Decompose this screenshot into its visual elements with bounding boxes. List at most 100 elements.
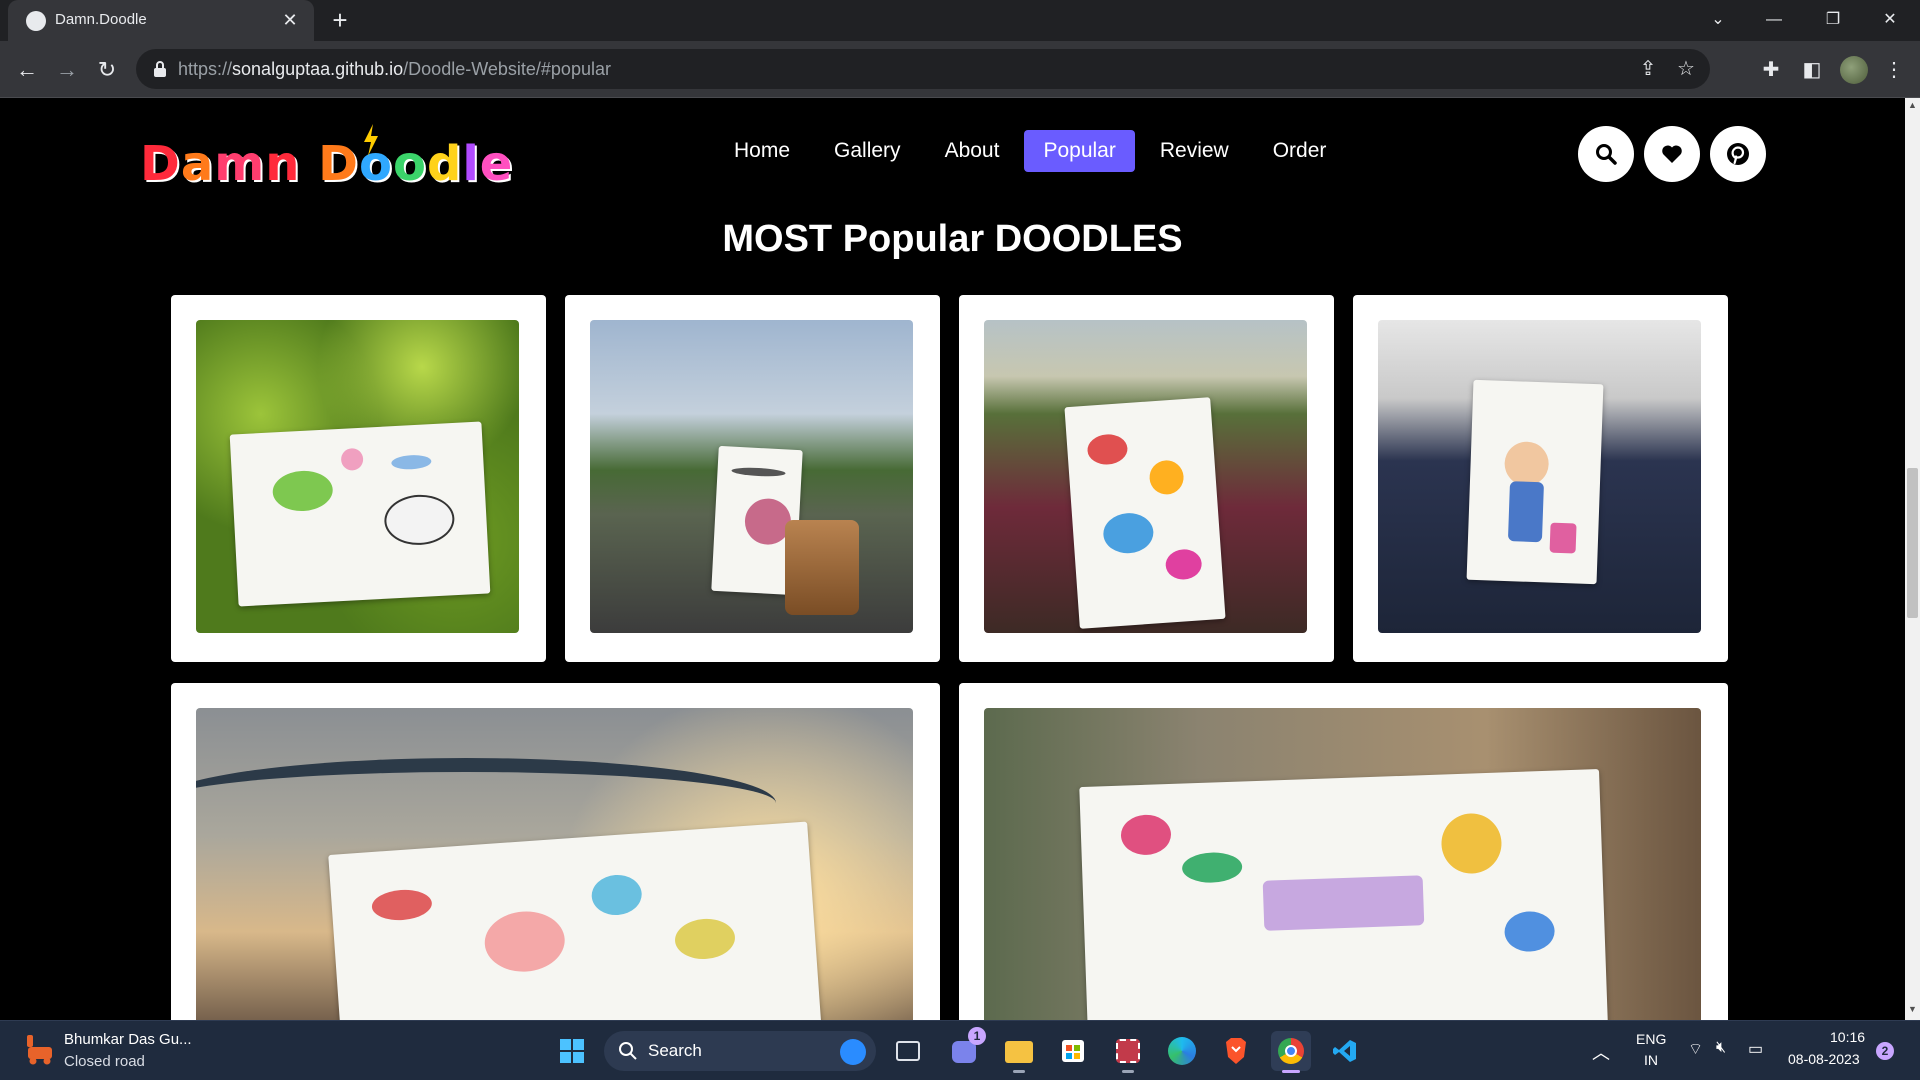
windows-taskbar: Bhumkar Das Gu... Closed road Search 1 ︿… xyxy=(0,1020,1920,1080)
scroll-up-icon[interactable]: ▲ xyxy=(1905,100,1920,114)
teams-icon[interactable]: 1 xyxy=(944,1027,986,1071)
search-icon xyxy=(619,1042,637,1060)
language-top[interactable]: ENG xyxy=(1636,1031,1666,1047)
browser-tab[interactable]: Damn.Doodle ✕ xyxy=(8,0,314,41)
wifi-icon[interactable]: ⌔ xyxy=(1688,1039,1703,1059)
taskbar-search-label: Search xyxy=(648,1041,702,1060)
doodle-image xyxy=(590,320,913,633)
pinterest-icon xyxy=(1727,143,1749,165)
doodle-image xyxy=(984,320,1307,633)
notification-badge[interactable]: 2 xyxy=(1876,1042,1894,1060)
doodle-notebook xyxy=(328,821,824,1020)
section-title: MOST Popular DOODLES xyxy=(722,218,1183,260)
nav-about[interactable]: About xyxy=(926,130,1019,172)
doodle-card[interactable] xyxy=(1353,295,1728,662)
clock-time[interactable]: 10:16 xyxy=(1830,1029,1865,1045)
doodle-image xyxy=(1378,320,1701,633)
doodle-card[interactable] xyxy=(171,295,546,662)
minimize-button[interactable]: — xyxy=(1746,0,1802,41)
logo-letter: o xyxy=(392,136,427,192)
volume-mute-icon[interactable]: 🔇︎ xyxy=(1716,1039,1726,1057)
road-closed-icon xyxy=(27,1035,52,1065)
chrome-icon[interactable] xyxy=(1271,1031,1311,1073)
tab-title: Damn.Doodle xyxy=(55,11,147,28)
nav-popular[interactable]: Popular xyxy=(1024,130,1135,172)
weather-title[interactable]: Bhumkar Das Gu... xyxy=(64,1031,192,1048)
address-bar[interactable]: https://sonalguptaa.github.io/Doodle-Web… xyxy=(136,49,1710,89)
logo-letter: m xyxy=(214,136,266,192)
doodle-image xyxy=(984,708,1701,1020)
scroll-thumb[interactable] xyxy=(1907,468,1918,618)
doodle-image xyxy=(196,320,519,633)
forward-icon[interactable]: → xyxy=(52,55,82,85)
windows-start-icon[interactable] xyxy=(552,1031,592,1071)
doodle-card[interactable] xyxy=(959,683,1728,1020)
new-tab-button[interactable]: + xyxy=(325,6,355,36)
logo-letter: d xyxy=(426,136,463,192)
snipping-tool-icon[interactable] xyxy=(1108,1031,1148,1073)
browser-toolbar: ← → ↻ https://sonalguptaa.github.io/Dood… xyxy=(0,41,1920,98)
bookmark-star-icon[interactable]: ☆ xyxy=(1674,57,1698,81)
reload-icon[interactable]: ↻ xyxy=(92,55,122,85)
menu-icon[interactable]: ⋮ xyxy=(1880,56,1908,84)
edge-icon[interactable] xyxy=(1162,1031,1202,1071)
logo-letter: n xyxy=(265,136,301,192)
logo-letter xyxy=(300,136,318,192)
doodle-card[interactable] xyxy=(171,683,940,1020)
logo-letter: a xyxy=(180,136,215,192)
doodle-notebook xyxy=(1064,397,1226,629)
tray-overflow-icon[interactable]: ︿ xyxy=(1592,1039,1610,1065)
doodle-notebook xyxy=(229,421,491,607)
restore-button[interactable]: ❐ xyxy=(1805,0,1861,41)
share-icon[interactable]: ⇪ xyxy=(1636,57,1660,81)
main-nav: Home Gallery About Popular Review Order xyxy=(715,130,1345,172)
back-icon[interactable]: ← xyxy=(12,55,42,85)
search-icon xyxy=(1596,144,1617,165)
page-viewport: Damn Doodle Home Gallery About Popular R… xyxy=(0,98,1905,1020)
taskbar-search[interactable]: Search xyxy=(604,1031,876,1071)
clock-date[interactable]: 08-08-2023 xyxy=(1788,1051,1860,1067)
wishlist-button[interactable] xyxy=(1644,126,1700,182)
microsoft-store-icon[interactable] xyxy=(1053,1031,1093,1071)
pinterest-button[interactable] xyxy=(1710,126,1766,182)
doodle-card[interactable] xyxy=(959,295,1334,662)
logo-letter: l xyxy=(462,136,480,192)
lightning-icon xyxy=(364,124,378,156)
doodle-card[interactable] xyxy=(565,295,940,662)
vscode-icon[interactable] xyxy=(1325,1031,1365,1071)
nav-review[interactable]: Review xyxy=(1141,130,1248,172)
heart-icon xyxy=(1662,145,1682,163)
tab-close-icon[interactable]: ✕ xyxy=(278,8,302,32)
language-bottom[interactable]: IN xyxy=(1644,1052,1658,1068)
teams-badge: 1 xyxy=(968,1027,986,1045)
url-text: https://sonalguptaa.github.io/Doodle-Web… xyxy=(178,59,611,79)
weather-subtitle: Closed road xyxy=(64,1053,145,1070)
site-logo[interactable]: Damn Doodle xyxy=(140,124,513,192)
task-view-icon[interactable] xyxy=(888,1031,928,1071)
logo-text: Damn Doodle xyxy=(140,136,513,192)
bing-icon[interactable] xyxy=(840,1039,866,1065)
search-button[interactable] xyxy=(1578,126,1634,182)
doodle-notebook xyxy=(1079,769,1609,1020)
nav-order[interactable]: Order xyxy=(1254,130,1346,172)
logo-letter: e xyxy=(479,136,514,192)
close-window-button[interactable]: ✕ xyxy=(1862,0,1918,41)
side-panel-icon[interactable]: ◧ xyxy=(1798,56,1826,84)
page-scrollbar[interactable]: ▲ ▼ xyxy=(1905,98,1920,1020)
extensions-icon[interactable]: ✚ xyxy=(1757,56,1785,84)
brave-icon[interactable] xyxy=(1216,1031,1256,1071)
logo-letter: D xyxy=(140,136,181,192)
scroll-down-icon[interactable]: ▼ xyxy=(1905,1004,1920,1018)
file-explorer-icon[interactable] xyxy=(999,1031,1039,1073)
doodle-image xyxy=(196,708,913,1020)
battery-icon[interactable]: ▭ xyxy=(1748,1039,1763,1059)
doodle-notebook xyxy=(1466,379,1604,585)
lock-icon xyxy=(154,61,166,77)
profile-avatar[interactable] xyxy=(1840,56,1868,84)
browser-tab-bar: Damn.Doodle ✕ + ⌄ — ❐ ✕ xyxy=(0,0,1920,41)
logo-letter: D xyxy=(318,136,359,192)
nav-home[interactable]: Home xyxy=(715,130,809,172)
nav-gallery[interactable]: Gallery xyxy=(815,130,920,172)
tab-favicon-icon xyxy=(26,11,46,31)
tab-search-icon[interactable]: ⌄ xyxy=(1690,0,1746,41)
